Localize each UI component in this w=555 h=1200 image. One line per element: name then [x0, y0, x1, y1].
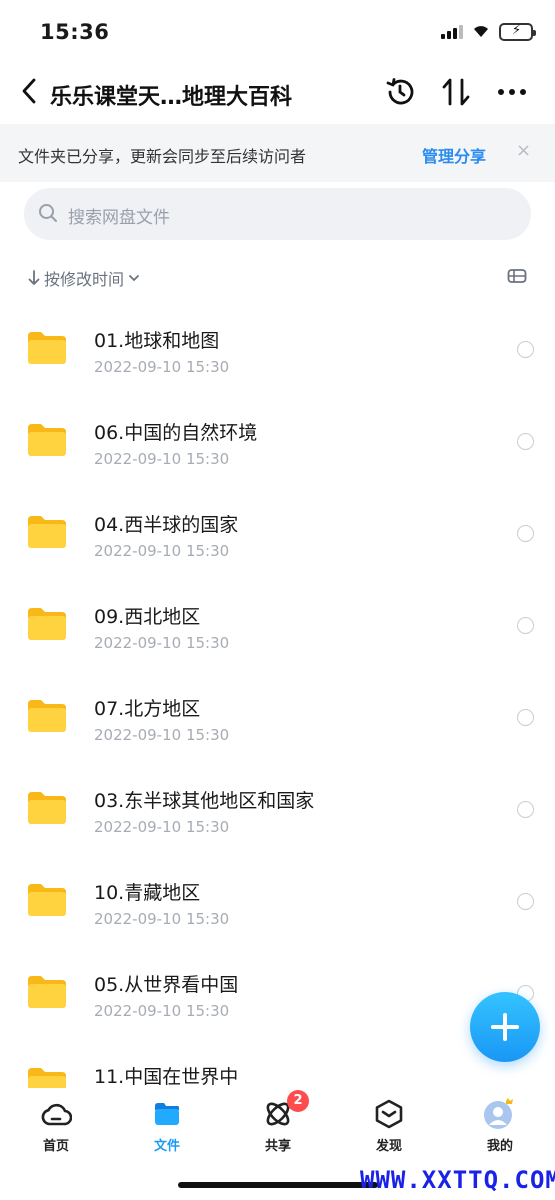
history-icon	[386, 78, 414, 105]
close-banner-icon[interactable]: ×	[516, 140, 531, 161]
sort-dropdown[interactable]: 按修改时间	[28, 266, 140, 290]
share-orbit-icon: 2	[261, 1090, 309, 1130]
file-date: 2022-09-10 15:30	[94, 542, 230, 560]
tab-share[interactable]: 2 共享	[238, 1090, 318, 1154]
select-checkbox[interactable]	[517, 617, 534, 634]
list-item[interactable]: 07.北方地区 2022-09-10 15:30	[0, 672, 555, 764]
list-item[interactable]: 10.青藏地区 2022-09-10 15:30	[0, 856, 555, 948]
folder-icon	[26, 698, 68, 734]
sort-label: 按修改时间	[44, 270, 125, 289]
status-bar: 15:36 ⚡	[0, 0, 555, 64]
list-item[interactable]: 01.地球和地图 2022-09-10 15:30	[0, 304, 555, 396]
search-input[interactable]: 搜索网盘文件	[24, 188, 531, 240]
add-button[interactable]	[470, 992, 540, 1062]
battery-icon: ⚡	[499, 23, 536, 41]
file-date: 2022-09-10 15:30	[94, 450, 230, 468]
file-name: 11.中国在世界中	[94, 1066, 239, 1088]
folder-icon	[26, 974, 68, 1010]
list-item[interactable]: 11.中国在世界中	[0, 1040, 555, 1088]
share-banner-text: 文件夹已分享，更新会同步至后续访问者	[18, 147, 307, 166]
folder-icon	[26, 422, 68, 458]
file-list: 01.地球和地图 2022-09-10 15:30 06.中国的自然环境 202…	[0, 304, 555, 1088]
cloud-home-icon	[39, 1098, 73, 1130]
wifi-icon	[471, 22, 491, 42]
file-name: 06.中国的自然环境	[94, 422, 258, 444]
folder-icon	[26, 330, 68, 366]
list-item[interactable]: 09.西北地区 2022-09-10 15:30	[0, 580, 555, 672]
file-date: 2022-09-10 15:30	[94, 634, 230, 652]
chevron-down-icon	[129, 275, 139, 282]
view-mode-icon	[507, 269, 527, 283]
select-checkbox[interactable]	[517, 801, 534, 818]
file-date: 2022-09-10 15:30	[94, 818, 230, 836]
select-checkbox[interactable]	[517, 893, 534, 910]
search-placeholder: 搜索网盘文件	[68, 208, 170, 228]
file-date: 2022-09-10 15:30	[94, 910, 230, 928]
back-button[interactable]	[14, 76, 44, 106]
folder-icon	[26, 790, 68, 826]
file-date: 2022-09-10 15:30	[94, 726, 230, 744]
nav-bar: 乐乐课堂天…地理大百科	[0, 64, 555, 122]
tab-discover-label: 发现	[375, 1139, 402, 1154]
file-name: 10.青藏地区	[94, 882, 201, 904]
tab-profile[interactable]: 我的	[460, 1098, 540, 1154]
history-button[interactable]	[382, 74, 418, 110]
file-name: 01.地球和地图	[94, 330, 220, 352]
file-date: 2022-09-10 15:30	[94, 1002, 230, 1020]
tab-bar: 首页 文件 2 共享 发现 我的	[0, 1088, 555, 1158]
avatar-icon	[483, 1098, 517, 1130]
page-title: 乐乐课堂天…地理大百科	[50, 85, 293, 110]
cellular-signal-icon	[441, 25, 463, 39]
select-checkbox[interactable]	[517, 709, 534, 726]
search-icon	[38, 203, 58, 227]
folder-icon	[26, 882, 68, 918]
select-checkbox[interactable]	[517, 433, 534, 450]
tab-profile-label: 我的	[486, 1139, 513, 1154]
plus-icon	[491, 1013, 519, 1041]
cube-icon	[372, 1098, 406, 1130]
arrow-down-icon	[28, 270, 40, 285]
more-button[interactable]	[494, 74, 530, 110]
select-checkbox[interactable]	[517, 341, 534, 358]
tab-home[interactable]: 首页	[16, 1098, 96, 1154]
watermark-text: WWW.XXTTQ.COM	[360, 1166, 555, 1194]
view-toggle-button[interactable]	[507, 268, 527, 288]
status-time: 15:36	[40, 20, 110, 44]
share-banner: 文件夹已分享，更新会同步至后续访问者 管理分享 ×	[0, 124, 555, 182]
home-indicator	[178, 1182, 378, 1188]
list-item[interactable]: 04.西半球的国家 2022-09-10 15:30	[0, 488, 555, 580]
tab-discover[interactable]: 发现	[349, 1098, 429, 1154]
file-name: 03.东半球其他地区和国家	[94, 790, 315, 812]
manage-share-link[interactable]: 管理分享	[422, 143, 486, 167]
tab-home-label: 首页	[42, 1139, 69, 1154]
folder-icon	[26, 606, 68, 642]
more-dots-icon	[498, 89, 526, 95]
status-icons: ⚡	[441, 22, 536, 42]
file-name: 05.从世界看中国	[94, 974, 239, 996]
chevron-left-icon	[22, 78, 36, 104]
folder-icon	[26, 514, 68, 550]
sort-bar: 按修改时间	[0, 262, 555, 292]
file-date: 2022-09-10 15:30	[94, 358, 230, 376]
folder-icon	[150, 1098, 184, 1130]
tab-files[interactable]: 文件	[127, 1098, 207, 1154]
transfer-arrows-icon	[442, 78, 470, 106]
sort-transfer-button[interactable]	[438, 74, 474, 110]
list-item[interactable]: 03.东半球其他地区和国家 2022-09-10 15:30	[0, 764, 555, 856]
tab-share-label: 共享	[264, 1139, 291, 1154]
file-name: 04.西半球的国家	[94, 514, 239, 536]
select-checkbox[interactable]	[517, 525, 534, 542]
file-name: 07.北方地区	[94, 698, 201, 720]
notification-badge: 2	[287, 1090, 309, 1112]
list-item[interactable]: 06.中国的自然环境 2022-09-10 15:30	[0, 396, 555, 488]
file-name: 09.西北地区	[94, 606, 201, 628]
folder-icon	[26, 1066, 68, 1088]
tab-files-label: 文件	[153, 1139, 180, 1154]
